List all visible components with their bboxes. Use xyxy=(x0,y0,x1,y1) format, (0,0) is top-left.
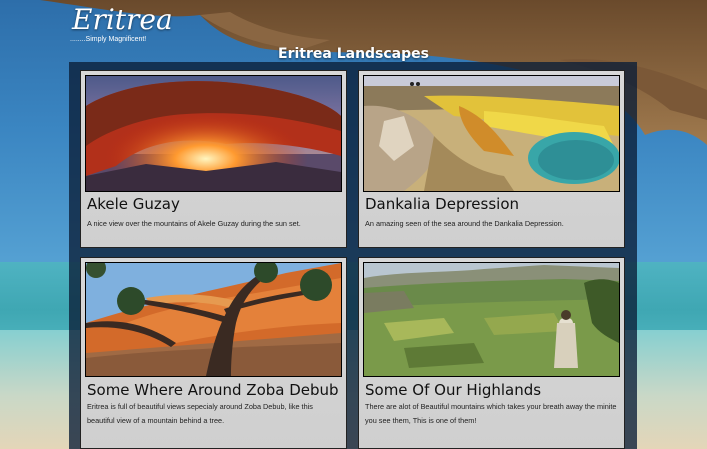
card-title[interactable]: Akele Guzay xyxy=(87,195,180,213)
card-title[interactable]: Some Where Around Zoba Debub xyxy=(87,381,339,399)
gallery-card[interactable]: Akele Guzay A nice view over the mountai… xyxy=(80,70,347,248)
card-description: There are alot of Beautiful mountains wh… xyxy=(365,402,617,425)
highlands-photo[interactable] xyxy=(364,263,619,376)
card-description: Eritrea is full of beautiful views sepec… xyxy=(87,402,313,425)
gallery-card[interactable]: Some Where Around Zoba Debub Eritrea is … xyxy=(80,257,347,449)
dankalia-depression-photo[interactable] xyxy=(364,76,619,191)
landscape-gallery: Akele Guzay A nice view over the mountai… xyxy=(69,62,637,449)
gallery-card[interactable]: Dankalia Depression An amazing seen of t… xyxy=(358,70,625,248)
card-title[interactable]: Dankalia Depression xyxy=(365,195,519,213)
zoba-debub-photo[interactable] xyxy=(86,263,341,376)
akele-guzay-photo[interactable] xyxy=(86,76,341,191)
card-title[interactable]: Some Of Our Highlands xyxy=(365,381,541,399)
logo-tagline: ........Simply Magnificent! xyxy=(70,36,147,43)
page-title: Eritrea Landscapes xyxy=(278,46,429,62)
site-logo[interactable]: Eritrea ........Simply Magnificent! xyxy=(70,3,173,44)
card-description: An amazing seen of the sea around the Da… xyxy=(365,219,564,228)
card-description: A nice view over the mountains of Akele … xyxy=(87,219,301,228)
gallery-card[interactable]: Some Of Our Highlands There are alot of … xyxy=(358,257,625,449)
logo-title: Eritrea xyxy=(72,3,173,36)
